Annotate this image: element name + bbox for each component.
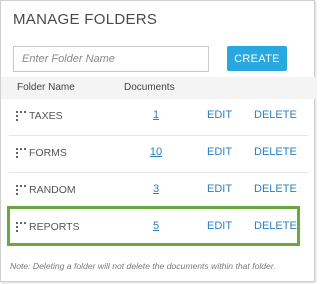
documents-count-link[interactable]: 1 [131,109,181,121]
drag-handle-icon[interactable] [16,111,26,121]
highlight-box [7,206,300,246]
folder-name-input[interactable] [13,46,209,72]
column-header-documents: Documents [124,82,175,93]
edit-button[interactable]: EDIT [207,183,232,195]
manage-folders-panel: MANAGE FOLDERS CREATE Folder Name Docume… [0,0,316,282]
drag-handle-icon[interactable] [16,185,26,195]
table-row: FORMS 10 EDIT DELETE [1,137,316,173]
folder-name: RANDOM [29,184,76,196]
edit-button[interactable]: EDIT [207,109,232,121]
column-header-folder-name: Folder Name [17,82,75,93]
table-row: TAXES 1 EDIT DELETE [1,100,316,136]
table-header: Folder Name Documents [1,77,316,99]
edit-button[interactable]: EDIT [207,146,232,158]
delete-button[interactable]: DELETE [254,109,297,121]
panel-title: MANAGE FOLDERS [13,11,158,28]
documents-count-link[interactable]: 10 [131,146,181,158]
row-divider [9,135,308,136]
folder-name: FORMS [29,147,67,159]
footer-note: Note: Deleting a folder will not delete … [10,261,276,271]
folder-name: TAXES [29,110,63,122]
delete-button[interactable]: DELETE [254,146,297,158]
drag-handle-icon[interactable] [16,148,26,158]
row-divider [9,172,308,173]
documents-count-link[interactable]: 3 [131,183,181,195]
table-row: RANDOM 3 EDIT DELETE [1,174,316,210]
create-button[interactable]: CREATE [227,46,287,71]
delete-button[interactable]: DELETE [254,183,297,195]
